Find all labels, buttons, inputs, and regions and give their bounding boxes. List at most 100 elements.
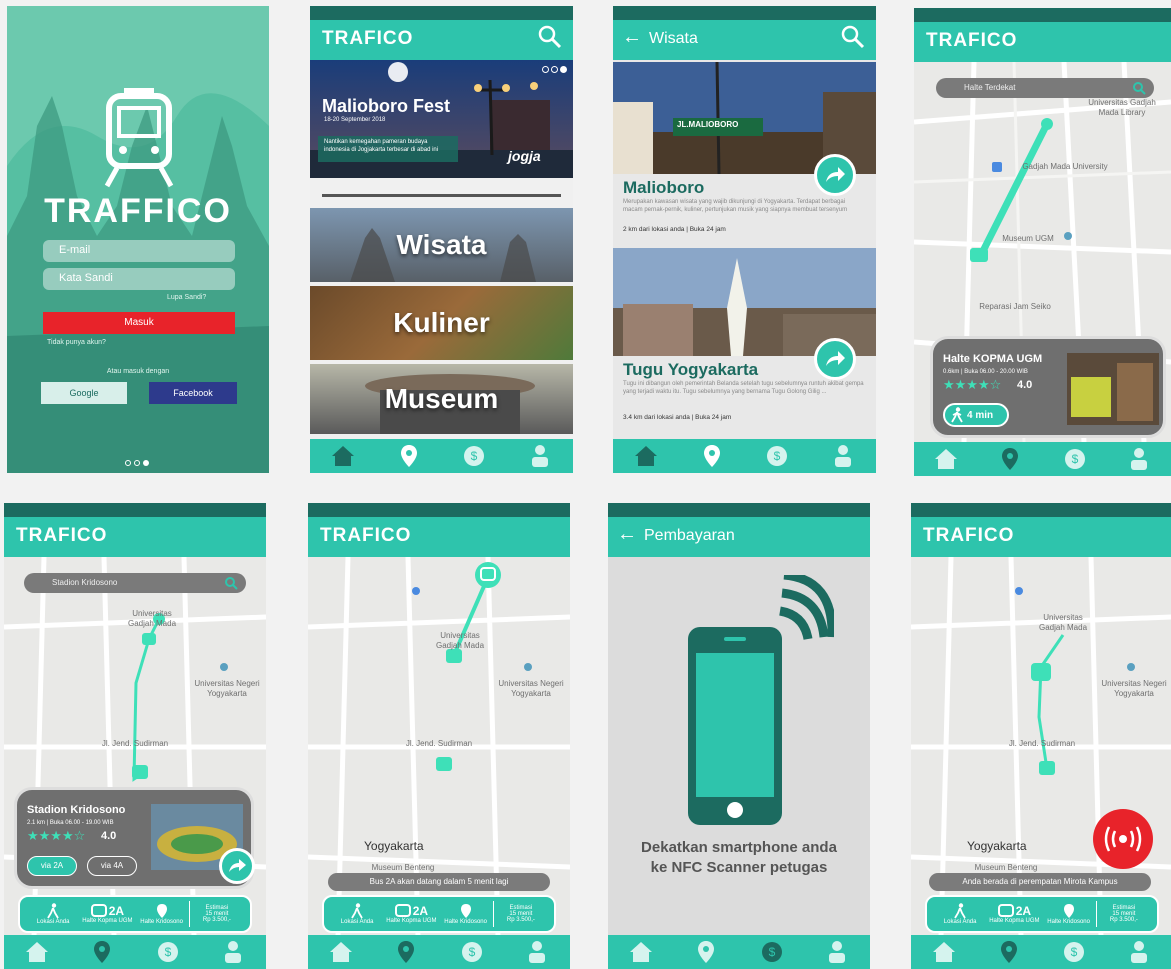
- alarm-button[interactable]: [1093, 809, 1153, 869]
- location-pin-icon[interactable]: [996, 939, 1022, 965]
- map-label: Universitas Negeri Yogyakarta: [1101, 679, 1167, 698]
- category-wisata[interactable]: Wisata: [310, 208, 573, 282]
- wisata-screen: ← Wisata JL.MALIOBORO Malioboro Merupaka…: [613, 6, 876, 473]
- profile-icon[interactable]: [1126, 446, 1152, 472]
- category-museum[interactable]: Museum: [310, 364, 573, 434]
- profile-icon[interactable]: [527, 443, 553, 469]
- google-login-button[interactable]: Google: [41, 382, 127, 404]
- location-pin-icon[interactable]: [89, 939, 115, 965]
- search-icon[interactable]: [224, 576, 238, 590]
- payment-coin-icon[interactable]: $: [155, 939, 181, 965]
- map-label: Museum Benteng: [371, 863, 435, 872]
- register-link[interactable]: Tidak punya akun?: [47, 339, 106, 346]
- place-card-malioboro[interactable]: JL.MALIOBORO Malioboro Merupakan kawasan…: [613, 62, 876, 242]
- svg-text:$: $: [164, 945, 171, 959]
- category-kuliner[interactable]: Kuliner: [310, 286, 573, 360]
- map-label: Universitas Negeri Yogyakarta: [194, 679, 260, 698]
- route-option-4a[interactable]: via 4A: [87, 856, 137, 876]
- walk-time: 4 min: [967, 409, 994, 421]
- home-icon[interactable]: [330, 443, 356, 469]
- profile-icon[interactable]: [824, 939, 850, 965]
- home-icon[interactable]: [628, 939, 654, 965]
- location-pin-icon[interactable]: [393, 939, 419, 965]
- place-card-tugu[interactable]: Tugu Yogyakarta Tugu ini dibangun oleh p…: [613, 248, 876, 430]
- share-button[interactable]: [219, 848, 255, 884]
- profile-icon[interactable]: [220, 939, 246, 965]
- map-label: Jl. Jend. Sudirman: [1008, 739, 1076, 748]
- location-pin-icon[interactable]: [693, 939, 719, 965]
- search-icon[interactable]: [1132, 81, 1146, 95]
- search-input[interactable]: Halte Terdekat: [936, 78, 1154, 98]
- home-icon[interactable]: [24, 939, 50, 965]
- event-banner[interactable]: Malioboro Fest 18-20 September 2018 Nant…: [310, 60, 573, 178]
- bottom-nav: $: [613, 439, 876, 473]
- or-login-with-label: Atau masuk dengan: [106, 368, 170, 375]
- bottom-nav: $: [911, 935, 1171, 969]
- profile-icon[interactable]: [830, 443, 856, 469]
- app-brand: TRAFICO: [923, 525, 1015, 546]
- destination-name: Stadion Kridosono: [27, 804, 126, 816]
- place-meta: 3.4 km dari lokasi anda | Buka 24 jam: [623, 414, 732, 421]
- search-icon[interactable]: [840, 24, 866, 50]
- profile-icon[interactable]: [1126, 939, 1152, 965]
- home-icon[interactable]: [933, 446, 959, 472]
- place-name: Malioboro: [623, 178, 705, 197]
- location-pin-icon[interactable]: [396, 443, 422, 469]
- password-field[interactable]: Kata Sandi: [43, 268, 235, 290]
- route-summary: Lokasi Anda 2A Halte Kopma UGM Halte Krid…: [322, 895, 556, 933]
- nfc-instruction-line1: Dekatkan smartphone anda: [641, 839, 837, 856]
- place-description: Tugu ini dibangun oleh pemerintah Beland…: [623, 381, 864, 395]
- halte-info: 0.6km | Buka 06.00 - 20.00 WIB: [943, 369, 1028, 375]
- location-pin-icon[interactable]: [997, 446, 1023, 472]
- payment-coin-icon[interactable]: $: [1061, 939, 1087, 965]
- place-name: Tugu Yogyakarta: [623, 360, 759, 379]
- payment-coin-icon[interactable]: $: [1062, 446, 1088, 472]
- home-icon[interactable]: [328, 939, 354, 965]
- forgot-password-link[interactable]: Lupa Sandi?: [167, 294, 206, 301]
- app-logo-text: TRAFFICO: [44, 192, 232, 230]
- facebook-login-button[interactable]: Facebook: [149, 382, 237, 404]
- email-placeholder: E-mail: [59, 244, 91, 256]
- back-arrow-icon[interactable]: ←: [617, 523, 637, 546]
- profile-icon[interactable]: [524, 939, 550, 965]
- search-input[interactable]: Stadion Kridosono: [24, 573, 246, 593]
- home-icon[interactable]: [633, 443, 659, 469]
- halte-info-card[interactable]: Halte KOPMA UGM 0.6km | Buka 06.00 - 20.…: [930, 336, 1166, 438]
- payment-coin-icon[interactable]: $: [461, 443, 487, 469]
- location-toast: Anda berada di perempatan Mirota Kampus: [929, 873, 1151, 891]
- map-label: Universitas Gadjah Mada Library: [1088, 98, 1156, 117]
- search-icon[interactable]: [537, 24, 563, 50]
- map-label: Museum Benteng: [974, 863, 1038, 872]
- login-screen: TRAFFICO E-mail Kata Sandi Lupa Sandi? M…: [7, 6, 269, 473]
- share-button[interactable]: [814, 154, 856, 196]
- halte-photo: [1067, 353, 1159, 425]
- route-bus-caption: Halte Kopma UGM: [82, 918, 133, 924]
- category-label: Kuliner: [393, 307, 490, 338]
- payment-coin-icon[interactable]: $: [759, 939, 785, 965]
- route-bus-number: 2A: [1015, 904, 1032, 918]
- route-option-2a[interactable]: via 2A: [27, 856, 77, 876]
- stadion-screen: TRAFICO Universitas Gadjah Mada Universi…: [4, 503, 266, 969]
- bus-icon: [90, 904, 107, 917]
- payment-screen: ← Pembayaran Dekatkan smartphone anda ke…: [608, 503, 870, 969]
- bottom-nav: $: [4, 935, 266, 969]
- back-arrow-icon[interactable]: ←: [622, 26, 642, 49]
- location-pin-icon[interactable]: [699, 443, 725, 469]
- payment-coin-icon[interactable]: $: [459, 939, 485, 965]
- login-button[interactable]: Masuk: [43, 312, 235, 334]
- city-label: Yogyakarta: [967, 839, 1027, 853]
- email-field[interactable]: E-mail: [43, 240, 235, 262]
- walk-time-badge[interactable]: 4 min: [943, 403, 1009, 427]
- route-bus-number: 2A: [108, 904, 125, 918]
- share-button[interactable]: [814, 338, 856, 380]
- home-icon[interactable]: [931, 939, 957, 965]
- street-sign: JL.MALIOBORO: [677, 120, 739, 129]
- destination-info-card[interactable]: Stadion Kridosono 2.1 km | Buka 06.00 - …: [14, 787, 255, 889]
- payment-coin-icon[interactable]: $: [764, 443, 790, 469]
- route-bus-number: 2A: [412, 904, 429, 918]
- banner-description: Nantikan kemegahan pameran budaya indone…: [324, 139, 439, 153]
- walking-person-icon: [47, 903, 59, 919]
- banner-title: Malioboro Fest: [322, 96, 451, 116]
- svg-text:$: $: [471, 449, 478, 463]
- banner-date: 18-20 September 2018: [324, 117, 386, 123]
